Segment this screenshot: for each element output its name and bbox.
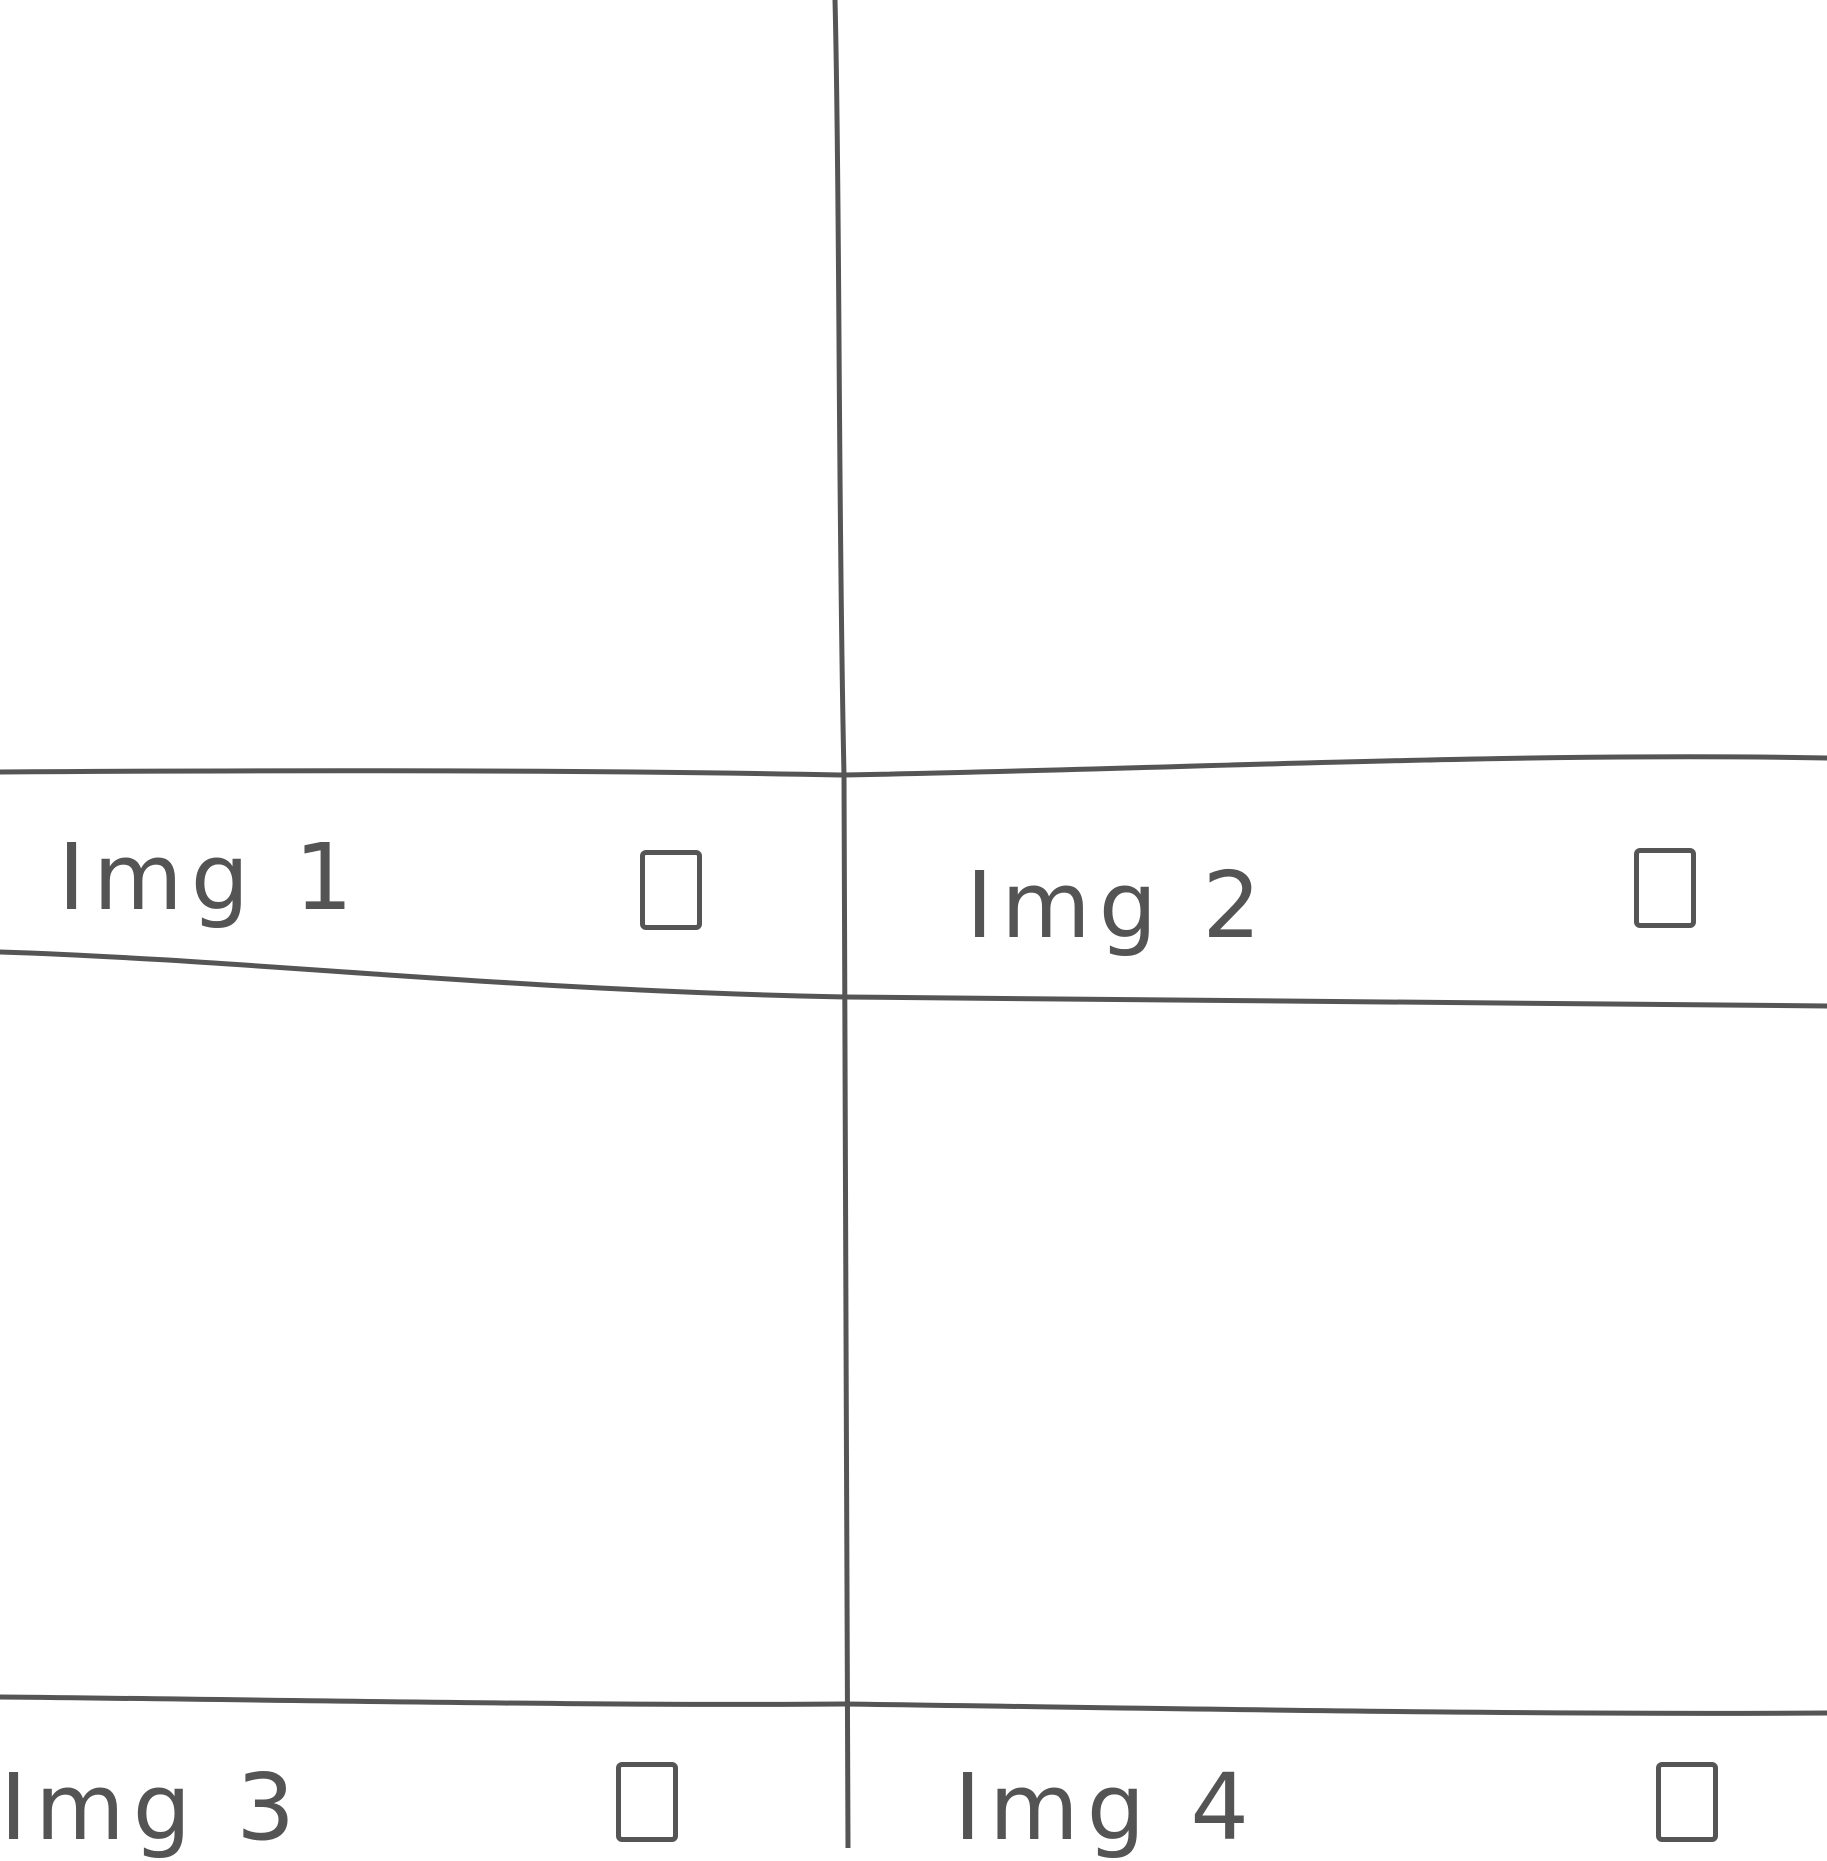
image-label-2: Img 2: [966, 852, 1269, 959]
select-checkbox-4[interactable]: [1656, 1762, 1718, 1842]
image-tile-1[interactable]: Img 1: [0, 0, 850, 930]
image-label-4: Img 4: [954, 1754, 1257, 1861]
select-checkbox-1[interactable]: [640, 850, 702, 930]
row-1-bottom-border: [0, 949, 1827, 1009]
image-placeholder-3[interactable]: [0, 1000, 850, 1700]
select-checkbox-3[interactable]: [616, 1762, 678, 1842]
image-placeholder-1[interactable]: [0, 0, 850, 770]
select-checkbox-2[interactable]: [1634, 848, 1696, 928]
image-placeholder-4[interactable]: [854, 1000, 1827, 1700]
image-label-3: Img 3: [0, 1754, 303, 1861]
image-label-1: Img 1: [58, 824, 361, 931]
image-tile-4[interactable]: Img 4: [854, 1000, 1827, 1854]
image-tile-3[interactable]: Img 3: [0, 1000, 850, 1854]
image-tile-2[interactable]: Img 2: [854, 0, 1827, 952]
image-placeholder-2[interactable]: [854, 0, 1827, 770]
